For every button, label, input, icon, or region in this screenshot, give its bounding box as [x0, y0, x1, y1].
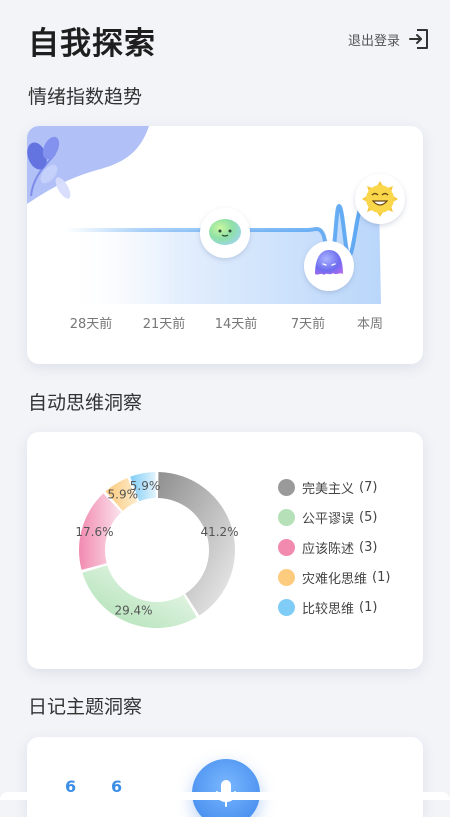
bottom-bar [0, 792, 450, 800]
legend-label: 灾难化思维 [302, 571, 368, 587]
donut-percent-label: 17.6% [75, 525, 113, 539]
legend-label: 比较思维 [302, 601, 355, 617]
legend-item: 比较思维 (1) [278, 592, 390, 622]
diary-topics-card: 6 6 [27, 737, 423, 817]
donut-percent-label: 29.4% [114, 604, 152, 618]
mic-button[interactable] [192, 759, 260, 817]
logout-button[interactable]: 退出登录 [348, 28, 430, 50]
legend-label: 应该陈述 [302, 541, 355, 557]
page-title: 自我探索 [28, 26, 156, 62]
legend-swatch [278, 478, 295, 496]
donut-percent-label: 41.2% [200, 525, 238, 539]
donut-slice [82, 565, 197, 628]
legend-item: 灾难化思维 (1) [278, 562, 390, 592]
legend-swatch [278, 538, 295, 556]
logout-label: 退出登录 [347, 33, 400, 49]
auto-thoughts-card: 41.2% 29.4% 17.6% 5.9% 5.9% 完美主义 (7) 公平谬误 (5) 应该… [27, 432, 423, 669]
x-tick-label: 7天前 [291, 316, 325, 332]
legend-label: 公平谬误 [302, 511, 355, 527]
legend-item: 应该陈述 (3) [278, 532, 390, 562]
legend-swatch [278, 508, 295, 526]
x-tick-label: 14天前 [215, 316, 258, 332]
x-tick-label: 21天前 [143, 316, 186, 332]
legend-count: (7) [359, 479, 378, 495]
happy-sun-icon [362, 181, 398, 217]
section-title-mood-trend: 情绪指数趋势 [28, 86, 143, 108]
donut-legend: 完美主义 (7) 公平谬误 (5) 应该陈述 (3) 灾难化思维 (1) 比较思维 (1) [278, 472, 390, 622]
x-tick-label: 本周 [357, 317, 383, 332]
legend-swatch [278, 568, 295, 586]
section-title-diary-topics: 日记主题洞察 [28, 696, 143, 718]
logout-icon [409, 29, 428, 49]
auto-thoughts-donut-chart: 41.2%29.4%17.6%5.9%5.9% [75, 472, 239, 628]
legend-item: 公平谬误 (5) [278, 502, 390, 532]
x-tick-label: 28天前 [70, 316, 113, 332]
legend-swatch [278, 598, 295, 616]
mood-trend-chart: 28天前 21天前 14天前 7天前 本周 [27, 126, 405, 332]
legend-item: 完美主义 (7) [278, 472, 390, 502]
legend-count: (5) [359, 509, 378, 525]
legend-count: (1) [359, 599, 378, 615]
donut-percent-label: 5.9% [130, 479, 161, 493]
section-title-auto-thoughts: 自动思维洞察 [28, 392, 143, 414]
mood-trend-card: 28天前 21天前 14天前 7天前 本周 [27, 126, 423, 364]
legend-label: 完美主义 [302, 481, 355, 497]
calm-face-icon [209, 219, 241, 245]
donut-slice [157, 472, 235, 616]
legend-count: (1) [372, 569, 391, 585]
legend-count: (3) [359, 539, 378, 555]
